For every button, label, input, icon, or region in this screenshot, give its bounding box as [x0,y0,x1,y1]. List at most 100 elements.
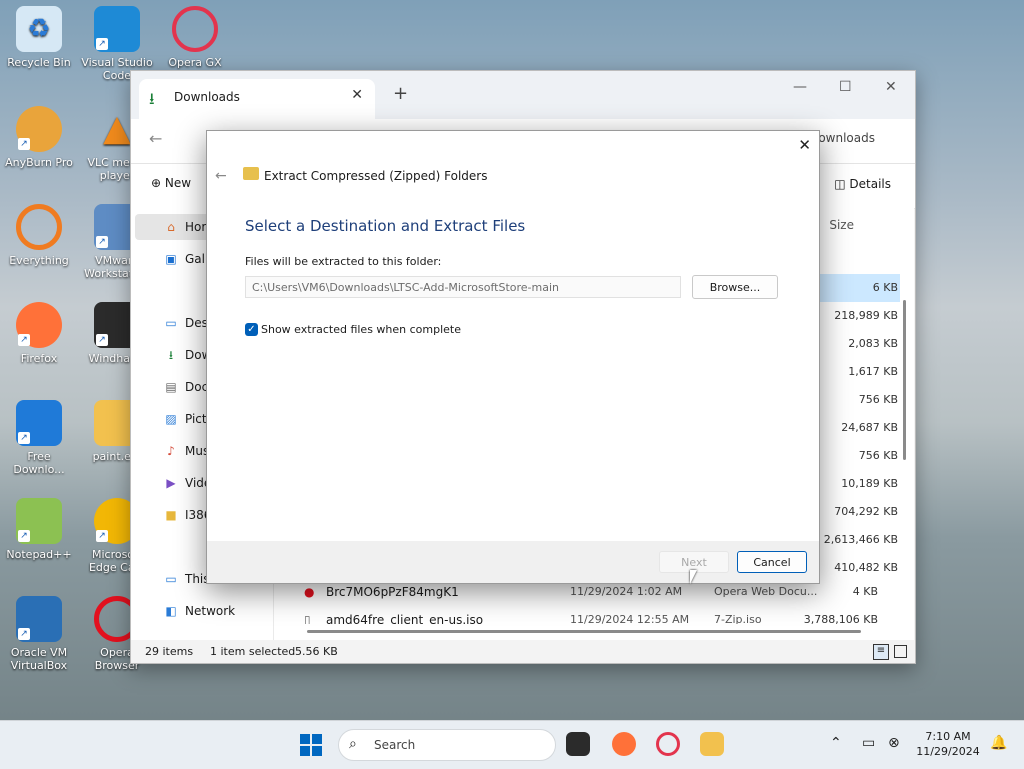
close-window-icon[interactable]: ✕ [885,79,897,95]
details-label: Details [849,177,891,191]
size-cell: 24,687 KB [841,421,898,434]
desktop-icon-label: Notepad++ [6,548,72,561]
size-cell: 1,617 KB [848,365,898,378]
file-type: 7-Zip.iso [714,613,762,624]
horizontal-scrollbar[interactable] [307,630,861,633]
dialog-title: Extract Compressed (Zipped) Folders [264,169,488,183]
checkbox-label[interactable]: Show extracted files when complete [261,323,461,336]
computer-icon: ▭ [165,572,177,586]
browse-button[interactable]: Browse... [692,275,778,299]
desktop-icon-label: AnyBurn Pro [5,156,73,169]
opera-gx-icon[interactable] [656,732,680,756]
volume-muted-icon[interactable]: ⊗ [888,735,900,751]
size-cell: 756 KB [858,393,898,406]
size-cell: 6 KB [820,274,900,302]
destination-label: Files will be extracted to this folder: [245,255,442,268]
file-explorer-icon[interactable] [700,732,724,756]
tab-downloads[interactable]: ⭳ Downloads ✕ [139,79,375,119]
video-icon: ▶ [166,476,176,490]
desktop-icon-notepadpp[interactable]: ↗ Notepad++ [2,498,76,561]
desktop-icon-label: Free Downlo... [13,450,65,476]
chevron-up-icon[interactable]: ⌃ [830,735,842,751]
pictures-icon: ▨ [165,412,177,426]
desktop-icon-opera-gx[interactable]: Opera GX [158,6,232,69]
free-download-manager-icon: ↗ [16,400,62,446]
minimize-icon[interactable]: — [793,79,807,95]
desktop-icon-everything[interactable]: Everything [2,204,76,267]
nav-label: Pict [185,412,207,426]
zip-folder-icon [243,167,259,180]
notification-bell-icon[interactable]: 🔔 [990,735,1007,751]
virtualbox-icon: ↗ [16,596,62,642]
folder-icon: ■ [165,508,177,522]
network-icon[interactable]: ▭ [862,735,875,751]
download-icon: ⭳ [168,348,174,362]
windows-logo-icon [300,746,310,756]
file-size: 4 KB [852,585,878,598]
back-arrow-icon[interactable]: ← [215,168,227,184]
file-size: 3,788,106 KB [803,613,878,624]
desktop-icon-free-download-manager[interactable]: ↗ Free Downlo... [2,400,76,476]
gallery-icon: ▣ [165,252,177,266]
selection-size: 5.56 KB [295,645,338,658]
tiles-view-icon[interactable] [894,645,907,658]
desktop-icon-label: Oracle VM VirtualBox [10,646,68,672]
recycle-bin-icon: ♻ [16,6,62,52]
column-header-size[interactable]: Size [829,218,854,232]
download-icon: ⭳ [149,89,155,108]
close-icon[interactable]: ✕ [798,136,811,154]
maximize-icon[interactable]: ☐ [839,79,852,95]
tab-label: Downloads [174,90,240,104]
size-column: 6 KB 218,989 KB 2,083 KB 1,617 KB 756 KB… [820,274,900,582]
new-tab-button[interactable]: + [393,83,408,104]
home-icon: ⌂ [167,220,175,234]
cancel-button[interactable]: Cancel [737,551,807,573]
file-icon: ▯ [304,613,311,624]
nav-label: Gall [185,252,209,266]
clock[interactable]: 7:10 AM 11/29/2024 [912,729,984,759]
nav-label: Network [185,604,236,618]
vertical-scrollbar[interactable] [903,300,906,460]
opera-file-icon: ● [304,585,315,599]
network-icon: ◧ [165,604,177,618]
search-label: Search [374,738,416,752]
desktop-icon-anyburn[interactable]: ↗ AnyBurn Pro [2,106,76,169]
dialog-footer: Next Cancel [207,541,819,583]
file-date: 11/29/2024 12:55 AM [570,613,690,624]
nav-label: Doc [185,380,209,394]
nav-item-network[interactable]: ◧ Network [135,598,267,624]
details-view-icon[interactable]: ≡ [873,644,889,660]
back-arrow-icon[interactable]: ← [149,129,162,148]
desktop-icon-virtualbox[interactable]: ↗ Oracle VM VirtualBox [2,596,76,672]
notepadpp-icon: ↗ [16,498,62,544]
destination-path-input[interactable] [245,276,681,298]
vscode-icon: ↗ [94,6,140,52]
details-button[interactable]: ◫ Details [834,177,891,191]
table-row[interactable]: ▯ amd64fre_client_en-us.iso 11/29/2024 1… [304,608,904,624]
firefox-icon[interactable] [612,732,636,756]
extract-dialog: ✕ ← Extract Compressed (Zipped) Folders … [206,130,820,584]
desktop-icon-recycle-bin[interactable]: ♻ Recycle Bin [2,6,76,69]
plus-circle-icon: ⊕ [151,176,162,190]
close-tab-icon[interactable]: ✕ [351,87,363,103]
tab-bar: ⭳ Downloads ✕ + — ☐ ✕ [131,71,915,119]
new-button[interactable]: ⊕ New [151,176,191,190]
item-count: 29 items [145,645,194,658]
taskbar-search[interactable]: ⌕ Search [338,729,556,761]
status-bar: 29 items 1 item selected 5.56 KB ≡ [131,641,915,663]
desktop-icon-label: Opera GX [168,56,222,69]
selection-count: 1 item selected [210,645,296,658]
size-cell: 756 KB [858,449,898,462]
nav-label: Hor [185,220,207,234]
desktop-icon-label: Recycle Bin [7,56,71,69]
firefox-icon: ↗ [16,302,62,348]
desktop-icon-firefox[interactable]: ↗ Firefox [2,302,76,365]
anyburn-icon: ↗ [16,106,62,152]
windows-logo-icon [312,746,322,756]
details-pane-icon: ◫ [834,177,846,191]
taskbar: ⌕ Search ⌃ ▭ ⊗ 7:10 AM 11/29/2024 🔔 [0,720,1024,769]
start-button[interactable] [300,734,322,756]
task-view-icon[interactable] [566,732,590,756]
show-files-checkbox[interactable]: ✓ [245,323,258,336]
mouse-cursor [690,570,697,584]
